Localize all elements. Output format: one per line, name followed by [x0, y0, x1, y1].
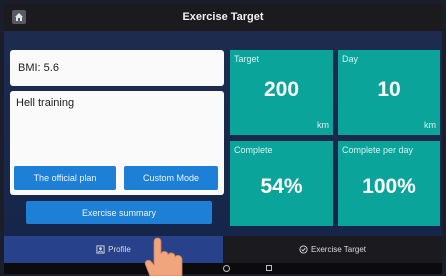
system-recent-apps-icon[interactable]: [266, 265, 272, 271]
day-tile: Day 10 km: [338, 50, 440, 135]
complete-label: Complete: [234, 145, 273, 155]
target-unit: km: [317, 120, 329, 130]
title-bar: Exercise Target: [4, 4, 442, 31]
tab-exercise-target[interactable]: Exercise Target: [223, 236, 442, 263]
target-label: Target: [234, 54, 260, 64]
bmi-label: BMI: 5.6: [18, 62, 59, 74]
exercise-summary-button[interactable]: Exercise summary: [26, 201, 212, 224]
complete-per-day-value: 100%: [362, 175, 416, 198]
profile-icon: [96, 245, 105, 254]
system-nav-bar: [4, 263, 442, 274]
target-tile: Target 200 km: [230, 50, 333, 135]
complete-per-day-label: Complete per day: [342, 145, 414, 155]
complete-per-day-tile: Complete per day 100%: [338, 141, 440, 226]
day-label: Day: [342, 54, 359, 64]
bottom-nav: Profile Exercise Target: [4, 236, 442, 263]
day-unit: km: [424, 120, 436, 130]
tab-profile[interactable]: Profile: [4, 236, 223, 263]
plan-panel: Hell training The official plan Custom M…: [10, 91, 224, 195]
day-value: 10: [377, 78, 401, 101]
app-screen: Exercise Target BMI: 5.6 Hell training T…: [4, 4, 442, 274]
plan-text: Hell training: [16, 97, 75, 109]
complete-tile: Complete 54%: [230, 141, 333, 226]
page-title: Exercise Target: [182, 11, 264, 23]
custom-mode-button[interactable]: Custom Mode: [124, 166, 218, 190]
system-home-icon[interactable]: [223, 265, 230, 272]
bmi-field: BMI: 5.6: [10, 50, 224, 86]
main-content: BMI: 5.6 Hell training The official plan…: [4, 31, 442, 236]
tab-profile-label: Profile: [108, 245, 131, 254]
target-icon: [299, 245, 308, 254]
complete-value: 54%: [260, 175, 303, 198]
target-value: 200: [263, 78, 300, 101]
official-plan-button[interactable]: The official plan: [14, 166, 116, 190]
tab-exercise-target-label: Exercise Target: [311, 245, 366, 254]
pointing-hand-icon: [144, 237, 183, 276]
